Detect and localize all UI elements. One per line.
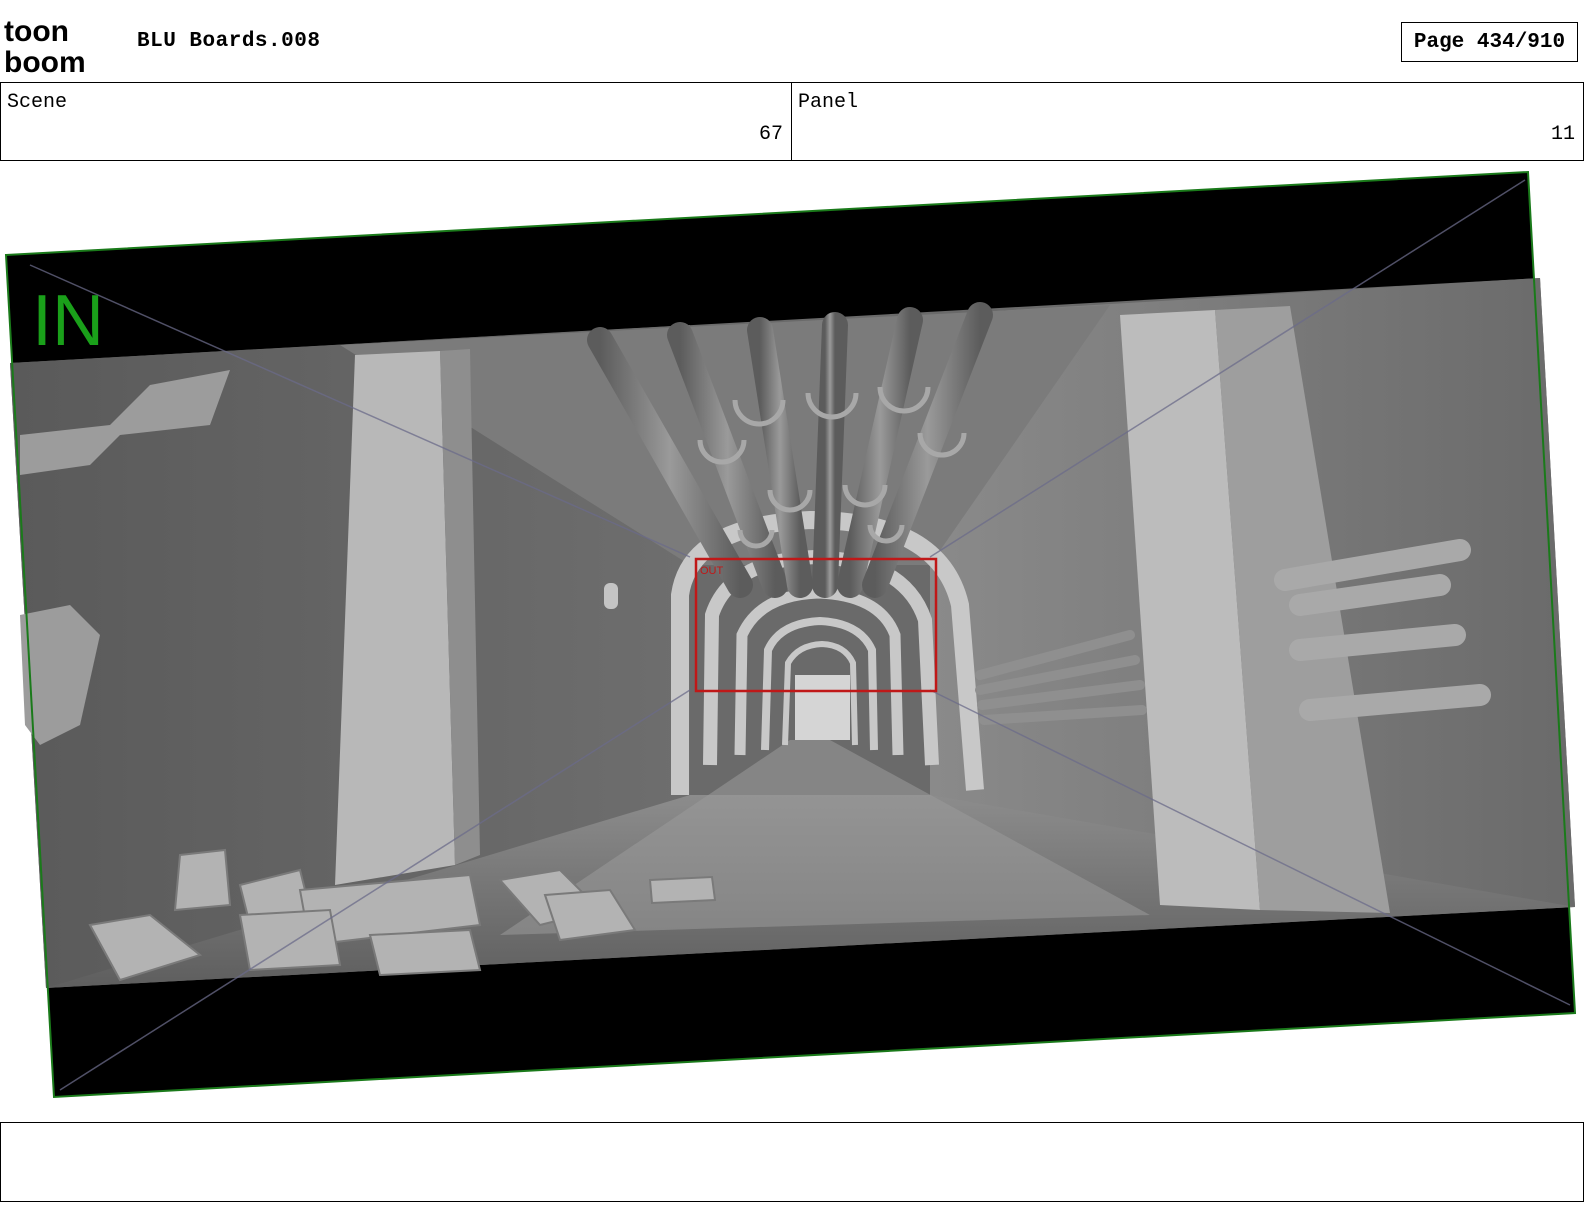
logo-text-top: toon bbox=[4, 15, 69, 48]
scene-label: Scene bbox=[7, 91, 68, 114]
panel-number: 11 bbox=[1550, 123, 1575, 146]
panel-label: Panel bbox=[798, 91, 859, 114]
scene-number: 67 bbox=[758, 123, 783, 146]
panel-cell: Panel 11 bbox=[792, 83, 1584, 160]
camera-in-tag: IN bbox=[32, 281, 104, 361]
notes-box bbox=[0, 1122, 1584, 1202]
logo-text-bottom: boom bbox=[4, 46, 86, 74]
page-indicator: Page 434/910 bbox=[1401, 22, 1578, 62]
project-title: BLU Boards.008 bbox=[137, 30, 321, 53]
inner-frame-tag: OUT bbox=[700, 565, 724, 577]
storyboard-panel-image: OUT IN bbox=[4, 170, 1577, 1099]
scene-cell: Scene 67 bbox=[0, 83, 792, 160]
scene-panel-row: Scene 67 Panel 11 bbox=[0, 82, 1584, 161]
toon-boom-logo: toon boom bbox=[4, 15, 86, 74]
render-scene bbox=[10, 278, 1575, 988]
